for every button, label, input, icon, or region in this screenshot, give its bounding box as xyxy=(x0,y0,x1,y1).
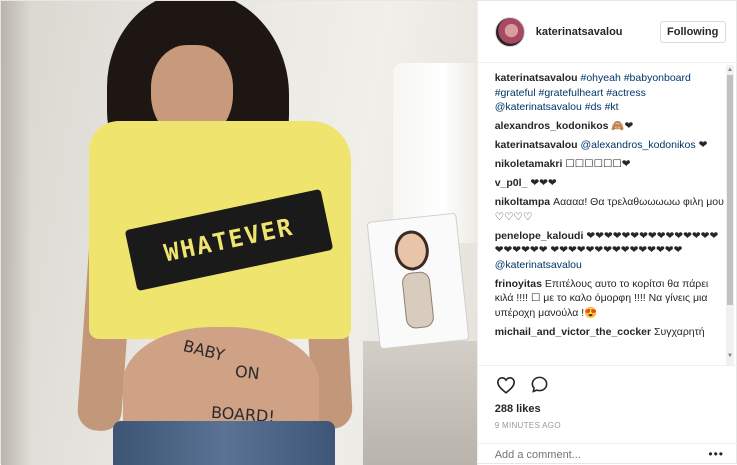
list-item: katerinatsavalou #ohyeah #babyonboard #g… xyxy=(495,71,727,115)
list-item: v_p0l_ ❤❤❤ xyxy=(495,176,727,191)
comment-username[interactable]: nikoletamakri xyxy=(495,158,563,170)
comment-text: ❤ xyxy=(698,139,708,151)
avatar[interactable] xyxy=(494,16,525,47)
belly-text-on: ON xyxy=(234,361,261,384)
side-table xyxy=(363,341,477,465)
add-comment-bar xyxy=(477,443,737,465)
comment-username[interactable]: penelope_kaloudi xyxy=(495,230,584,242)
list-item: nikoltampa Ααααα! Θα τρελαθωωωωω φιλη μο… xyxy=(495,195,727,224)
likes-count[interactable]: 288 likes xyxy=(495,403,541,415)
scroll-down-arrow-icon[interactable]: ▼ xyxy=(726,351,734,361)
comment-username[interactable]: michail_and_victor_the_cocker xyxy=(495,326,651,338)
list-item: frinoyitas Επιτέλους αυτο το κορίτσι θα … xyxy=(495,277,727,321)
add-comment-input[interactable] xyxy=(494,448,695,461)
comment-username[interactable]: nikoltampa xyxy=(495,196,550,208)
post-actions xyxy=(477,365,737,403)
shirt-print: WHATEVER xyxy=(124,188,334,292)
cartoon-face xyxy=(392,228,431,273)
following-button[interactable]: Following xyxy=(659,21,726,43)
list-item: katerinatsavalou @alexandros_kodonikos ❤ xyxy=(495,138,727,153)
scrollbar-thumb[interactable] xyxy=(727,75,733,305)
comment-mention[interactable]: @alexandros_kodonikos xyxy=(581,139,696,151)
heart-icon[interactable] xyxy=(495,374,517,396)
comments-list: katerinatsavalou #ohyeah #babyonboard #g… xyxy=(495,71,727,365)
comment-text: ❤❤❤ xyxy=(530,177,557,189)
post-photo[interactable]: WHATEVER BABY ON BOARD! xyxy=(1,1,477,465)
list-item: penelope_kaloudi ❤❤❤❤❤❤❤❤❤❤❤❤❤❤❤❤❤❤❤❤❤ ❤… xyxy=(495,229,727,273)
comment-text: 🙈❤ xyxy=(611,120,634,132)
comment-username[interactable]: frinoyitas xyxy=(495,278,542,290)
comment-username[interactable]: katerinatsavalou xyxy=(495,72,578,84)
post-header: katerinatsavalou Following xyxy=(477,1,737,63)
yellow-crop-top: WHATEVER xyxy=(89,121,351,339)
comment-text: Συγχαρητή xyxy=(654,325,705,338)
post-timestamp: 9 MINUTES AGO xyxy=(494,421,561,430)
list-item: alexandros_kodonikos 🙈❤ xyxy=(495,119,727,134)
cartoon-body xyxy=(401,270,435,330)
shirt-text: WHATEVER xyxy=(161,212,297,268)
comment-username[interactable]: alexandros_kodonikos xyxy=(495,120,609,132)
more-options-icon[interactable]: ••• xyxy=(708,448,724,460)
comment-username[interactable]: v_p0l_ xyxy=(495,177,528,189)
instagram-post: WHATEVER BABY ON BOARD! katerinatsavalou… xyxy=(0,0,737,465)
belly-text-baby: BABY xyxy=(181,336,227,365)
comment-username[interactable]: katerinatsavalou xyxy=(495,139,578,151)
comment-text: ☐☐☐☐☐☐❤ xyxy=(565,158,631,170)
post-side-panel: katerinatsavalou Following katerinatsava… xyxy=(476,1,737,465)
jeans xyxy=(113,421,335,465)
wall-shadow xyxy=(1,1,31,465)
comment-mention[interactable]: @katerinatsavalou xyxy=(495,259,582,271)
list-item: michail_and_victor_the_cocker Συγχαρητή xyxy=(495,325,727,340)
cartoon-sticker xyxy=(366,212,470,350)
header-username[interactable]: katerinatsavalou xyxy=(536,26,623,38)
list-item: nikoletamakri ☐☐☐☐☐☐❤ xyxy=(495,157,727,172)
speech-bubble-icon[interactable] xyxy=(529,374,551,396)
scroll-up-arrow-icon[interactable]: ▲ xyxy=(726,65,734,75)
